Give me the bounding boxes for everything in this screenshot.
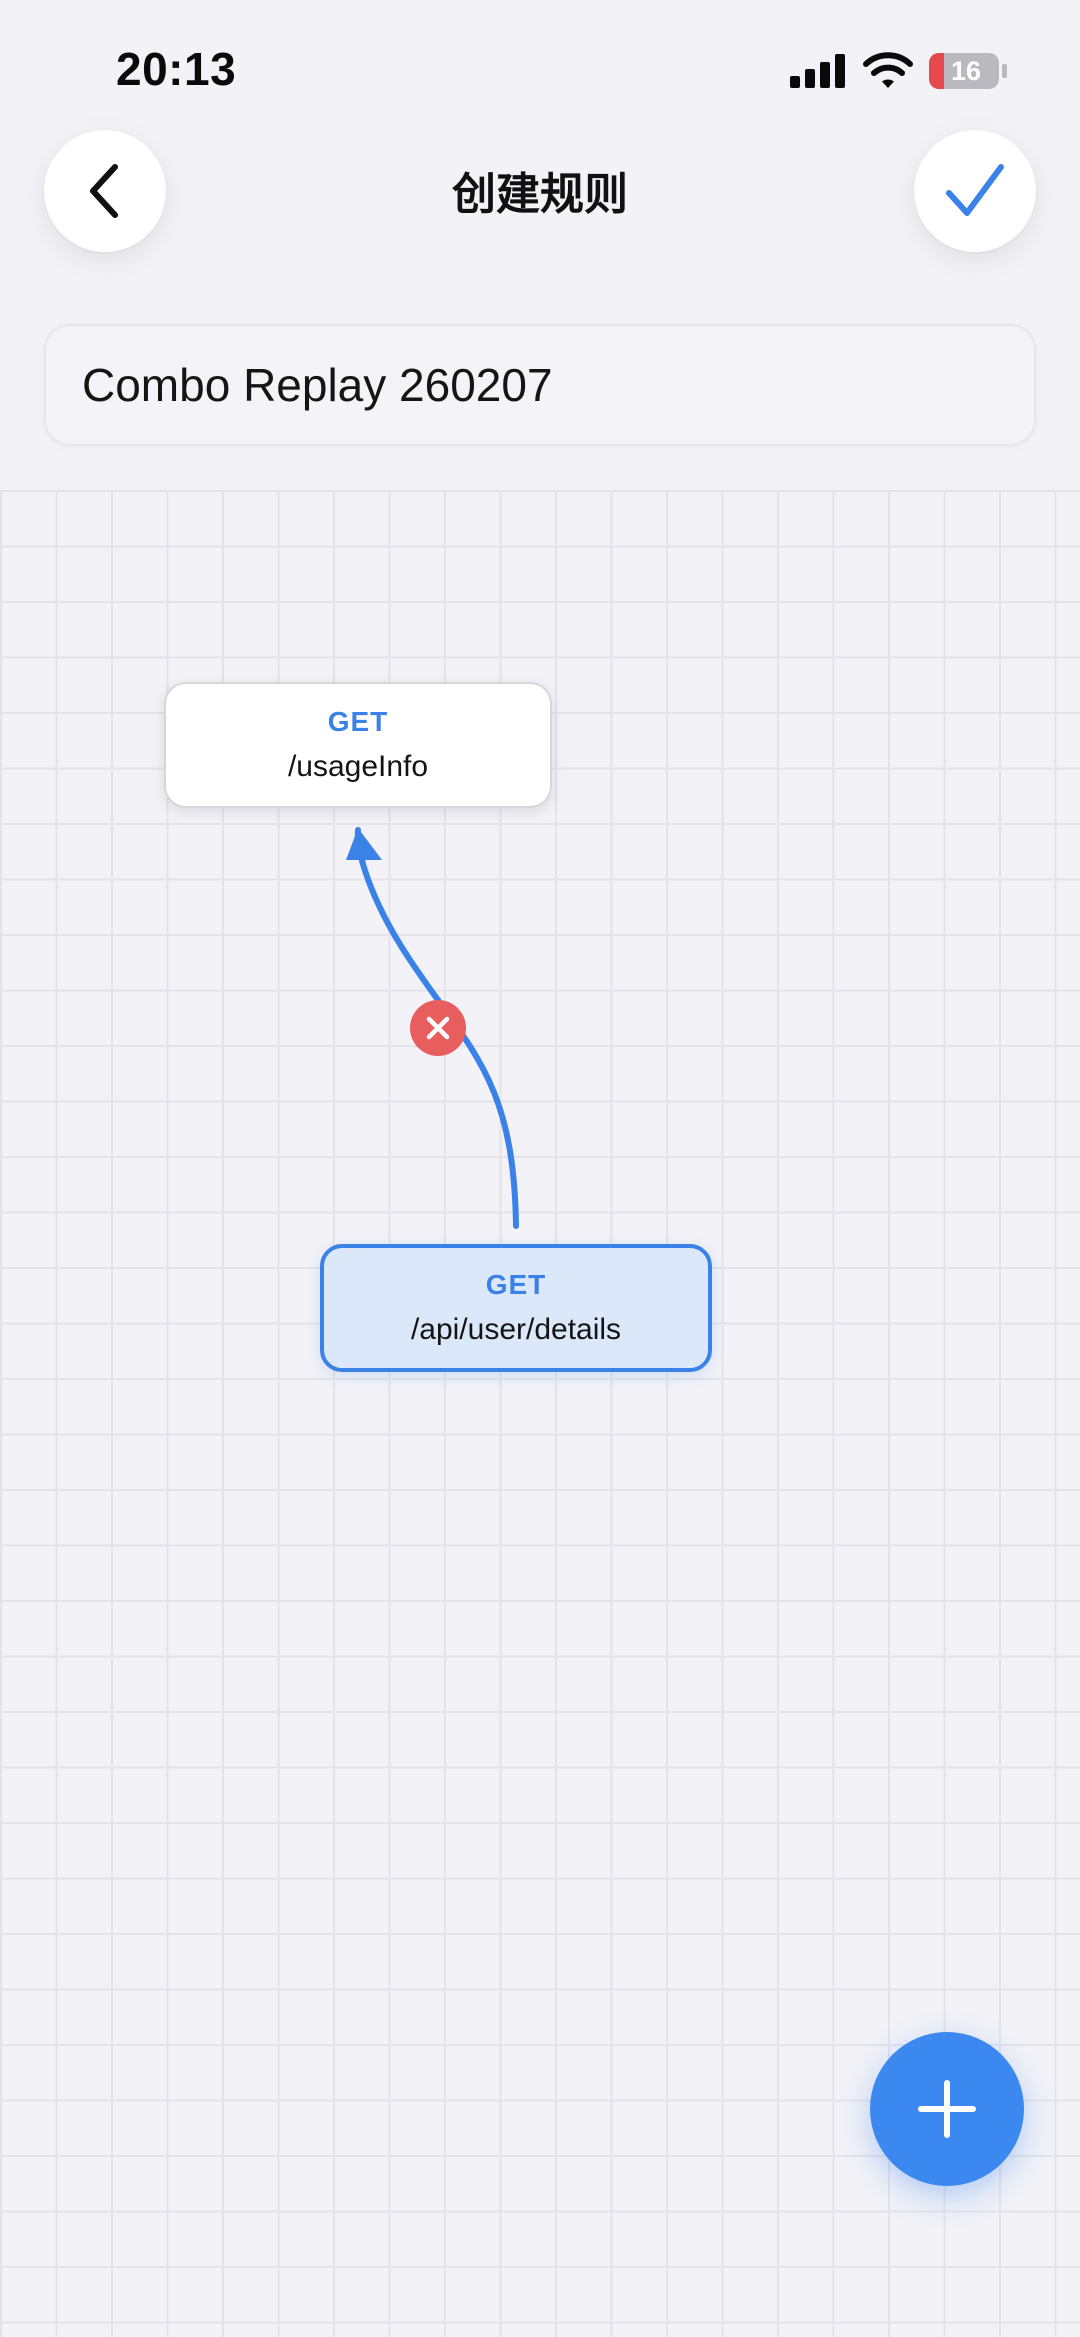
delete-edge-button[interactable] — [410, 1000, 466, 1056]
rule-name-value: Combo Replay 260207 — [82, 359, 553, 411]
battery-level: 16 — [950, 56, 982, 86]
add-node-button[interactable] — [870, 2032, 1024, 2186]
node-path: /usageInfo — [287, 750, 429, 783]
node-method: GET — [327, 706, 389, 737]
node-method: GET — [485, 1269, 547, 1300]
screen: 20:13 16 创建规则 Combo Replay 260207 GET /u… — [0, 0, 1080, 2337]
arrowhead-icon — [346, 828, 382, 860]
api-node[interactable]: GET /usageInfo — [164, 682, 552, 808]
rule-name-input[interactable]: Combo Replay 260207 — [44, 324, 1036, 446]
plus-icon — [918, 2080, 976, 2138]
signal-icon — [790, 54, 845, 88]
api-node-selected[interactable]: GET /api/user/details — [320, 1244, 712, 1372]
node-path: /api/user/details — [410, 1313, 622, 1346]
wifi-icon — [863, 52, 913, 88]
status-time: 20:13 — [116, 43, 237, 95]
confirm-button[interactable] — [914, 130, 1036, 252]
checkmark-icon — [946, 164, 1004, 216]
close-icon — [426, 1016, 450, 1040]
status-bar: 20:13 16 — [0, 0, 1080, 140]
